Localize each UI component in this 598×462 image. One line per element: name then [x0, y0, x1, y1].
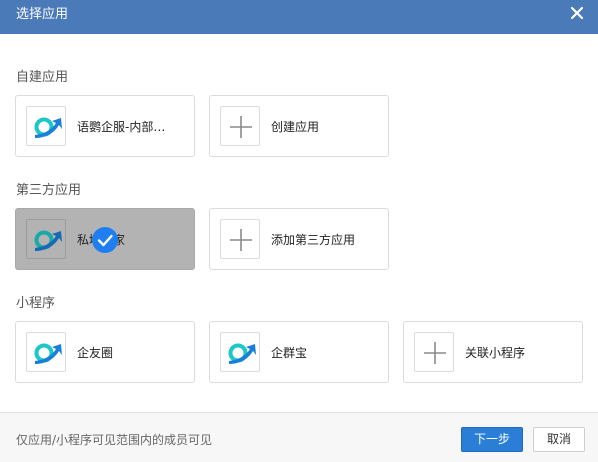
app-card-yuying[interactable]: 语鹦企服-内部… [15, 95, 195, 157]
cancel-button[interactable]: 取消 [533, 427, 585, 452]
app-card-private-domain[interactable]: 私域管家 [15, 208, 195, 270]
dialog-title: 选择应用 [16, 7, 69, 22]
section-label-third-party: 第三方应用 [16, 183, 82, 198]
create-app-button[interactable]: 创建应用 [209, 95, 389, 157]
mini-program-label: 企友圈 [77, 346, 114, 360]
link-mini-program-button[interactable]: 关联小程序 [403, 321, 583, 383]
add-third-party-label: 添加第三方应用 [271, 233, 356, 247]
app-logo-icon [26, 219, 66, 259]
plus-icon [414, 332, 454, 372]
section-label-self-built: 自建应用 [16, 70, 69, 85]
dialog-footer: 仅应用/小程序可见范围内的成员可见 下一步 取消 [0, 413, 598, 462]
visibility-note: 仅应用/小程序可见范围内的成员可见 [16, 433, 213, 447]
close-icon[interactable] [568, 4, 586, 22]
app-logo-icon [26, 106, 66, 146]
add-third-party-app-button[interactable]: 添加第三方应用 [209, 208, 389, 270]
dialog-titlebar: 选择应用 [0, 0, 598, 34]
plus-icon [220, 106, 260, 146]
plus-icon [220, 219, 260, 259]
app-logo-icon [26, 332, 66, 372]
selected-check-icon [92, 227, 118, 253]
mini-program-card-qiqunbao[interactable]: 企群宝 [209, 321, 389, 383]
link-mini-program-label: 关联小程序 [465, 346, 526, 360]
create-app-label: 创建应用 [271, 120, 320, 134]
app-card-label: 语鹦企服-内部… [77, 120, 166, 134]
mini-program-card-qiyouquan[interactable]: 企友圈 [15, 321, 195, 383]
section-label-mini-program: 小程序 [16, 296, 56, 311]
app-logo-icon [220, 332, 260, 372]
next-button[interactable]: 下一步 [461, 427, 523, 452]
mini-program-label: 企群宝 [271, 346, 308, 360]
